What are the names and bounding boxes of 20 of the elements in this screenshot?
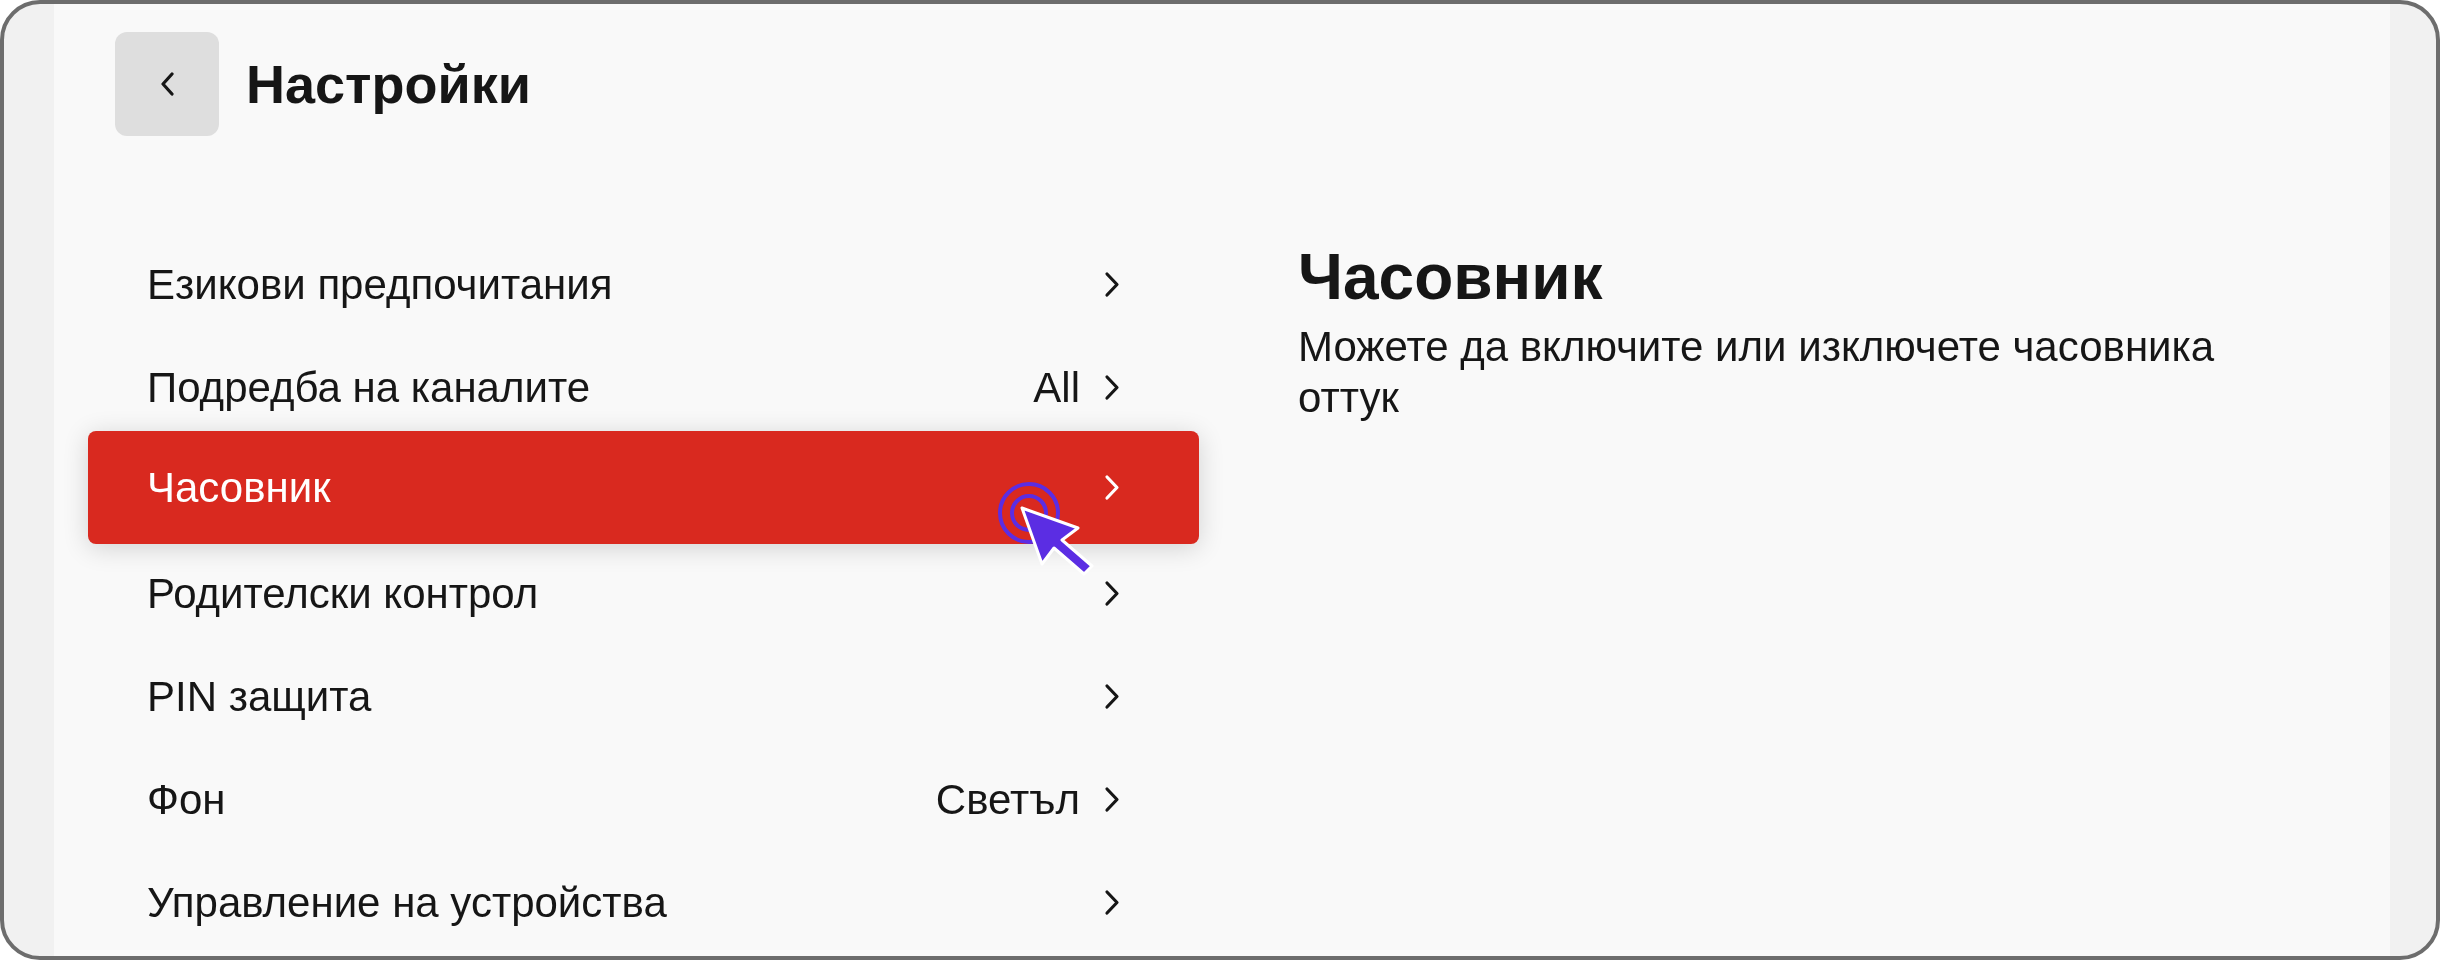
menu-item[interactable]: PIN защита — [88, 645, 1199, 748]
chevron-right-icon — [1104, 683, 1120, 710]
menu-item[interactable]: Родителски контрол — [88, 542, 1199, 645]
chevron-right-icon — [1104, 786, 1120, 813]
setting-value: All — [1033, 363, 1080, 412]
chevron-right-icon — [1104, 889, 1120, 916]
chevron-right-icon — [1104, 271, 1120, 298]
menu-item[interactable]: Управление на устройства — [88, 851, 1199, 954]
menu-item[interactable]: Фон Светъл — [88, 748, 1199, 851]
page-title: Настройки — [246, 52, 531, 116]
chevron-right-icon — [1104, 580, 1120, 607]
menu-item[interactable]: Езикови предпочитания — [88, 233, 1199, 336]
chevron-right-icon — [1104, 374, 1120, 401]
chevron-left-icon — [160, 72, 174, 96]
chevron-right-icon — [1104, 474, 1120, 501]
back-button[interactable] — [115, 32, 219, 136]
detail-title: Часовник — [1298, 241, 1603, 315]
detail-description: Можете да включите или изключете часовника оттук — [1298, 321, 2216, 423]
menu-item[interactable]: Часовник — [88, 431, 1199, 544]
setting-value: Светъл — [935, 775, 1080, 824]
